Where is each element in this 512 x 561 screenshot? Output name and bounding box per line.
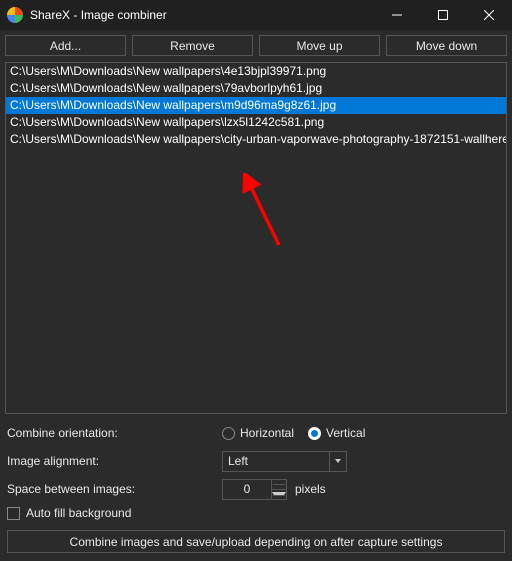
list-item[interactable]: C:\Users\M\Downloads\New wallpapers\city…	[6, 131, 506, 148]
close-button[interactable]	[466, 0, 512, 30]
orientation-vertical-radio[interactable]: Vertical	[308, 426, 365, 440]
alignment-label: Image alignment:	[7, 454, 222, 468]
titlebar: ShareX - Image combiner	[0, 0, 512, 30]
space-unit: pixels	[295, 482, 326, 496]
spinner-down-icon[interactable]	[272, 490, 286, 499]
combine-button[interactable]: Combine images and save/upload depending…	[7, 530, 505, 553]
list-item[interactable]: C:\Users\M\Downloads\New wallpapers\m9d9…	[6, 97, 506, 114]
space-spinner[interactable]: 0	[222, 479, 287, 500]
list-item[interactable]: C:\Users\M\Downloads\New wallpapers\lzx5…	[6, 114, 506, 131]
file-listbox[interactable]: C:\Users\M\Downloads\New wallpapers\4e13…	[5, 62, 507, 414]
orientation-label: Combine orientation:	[7, 426, 222, 440]
space-label: Space between images:	[7, 482, 222, 496]
movedown-button[interactable]: Move down	[386, 35, 507, 56]
maximize-button[interactable]	[420, 0, 466, 30]
orientation-radio-group: Horizontal Vertical	[222, 426, 365, 440]
autofill-checkbox[interactable]	[7, 507, 20, 520]
remove-button[interactable]: Remove	[132, 35, 253, 56]
toolbar: Add... Remove Move up Move down	[5, 35, 507, 56]
add-button[interactable]: Add...	[5, 35, 126, 56]
list-item[interactable]: C:\Users\M\Downloads\New wallpapers\4e13…	[6, 63, 506, 80]
orientation-horizontal-radio[interactable]: Horizontal	[222, 426, 294, 440]
alignment-select[interactable]: Left	[222, 451, 347, 472]
annotation-arrow-icon	[231, 173, 291, 253]
autofill-label: Auto fill background	[26, 506, 131, 520]
sharex-icon	[7, 7, 23, 23]
chevron-down-icon	[329, 452, 346, 471]
list-item[interactable]: C:\Users\M\Downloads\New wallpapers\79av…	[6, 80, 506, 97]
moveup-button[interactable]: Move up	[259, 35, 380, 56]
spinner-up-icon[interactable]	[272, 480, 286, 490]
minimize-button[interactable]	[374, 0, 420, 30]
window-title: ShareX - Image combiner	[30, 8, 167, 22]
